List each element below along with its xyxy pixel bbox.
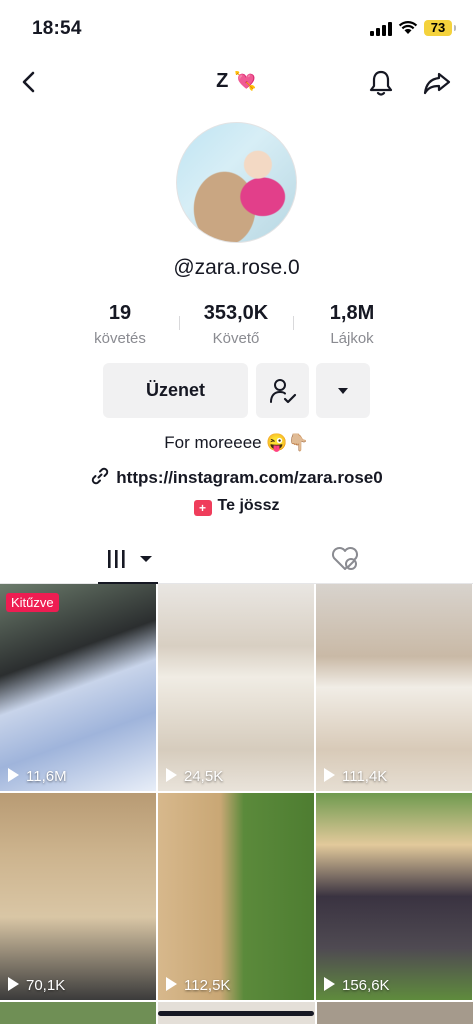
page-title: Z 💘	[0, 70, 473, 93]
video-thumbnail[interactable]: 70,1K	[0, 793, 156, 1000]
bio-text: For moreeee 😜👇🏼	[164, 433, 309, 452]
stat-label: követés	[94, 330, 146, 347]
liked-hidden-icon[interactable]	[330, 546, 360, 572]
stat-following[interactable]: 19 követés	[80, 302, 160, 347]
video-thumbnail[interactable]: 156,6K	[316, 793, 472, 1000]
link-text: https://instagram.com/zara.rose0	[116, 468, 383, 487]
play-icon	[324, 768, 335, 782]
content-tabs	[0, 534, 473, 584]
play-icon	[8, 768, 19, 782]
view-count-value: 11,6M	[26, 768, 67, 785]
cellular-signal-icon	[370, 22, 392, 36]
username: @zara.rose.0	[173, 256, 300, 279]
user-check-icon	[269, 378, 296, 403]
status-time: 18:54	[32, 18, 82, 39]
share-icon[interactable]	[422, 68, 452, 98]
view-count: 156,6K	[324, 977, 390, 994]
view-count: 112,5K	[166, 977, 230, 994]
view-count-value: 112,5K	[184, 977, 231, 994]
tab-videos[interactable]	[98, 534, 158, 584]
divider	[293, 316, 294, 330]
wifi-icon	[398, 20, 418, 34]
ticket-label: Te jössz	[217, 497, 280, 514]
ticket-icon: +	[193, 500, 212, 516]
video-thumbnail[interactable]: 24,5K	[158, 584, 314, 791]
play-icon	[166, 768, 177, 782]
message-button[interactable]: Üzenet	[103, 363, 248, 418]
avatar[interactable]	[176, 122, 297, 243]
status-bar: 18:54 73	[0, 0, 473, 56]
heart-emoji: 💘	[234, 71, 257, 91]
stat-value: 353,0K	[203, 302, 269, 324]
play-icon	[166, 977, 177, 991]
play-icon	[324, 977, 335, 991]
grid-icon	[108, 550, 152, 568]
view-count-value: 70,1K	[26, 977, 66, 994]
stat-value: 1,8M	[329, 302, 375, 324]
profile-link[interactable]: https://instagram.com/zara.rose0	[0, 466, 473, 488]
profile-stats: 19 követés 353,0K Követő 1,8M Lájkok	[0, 302, 473, 352]
pinned-badge: Kitűzve	[6, 593, 59, 612]
stat-value: 19	[108, 302, 132, 324]
title-text: Z	[216, 70, 229, 92]
video-thumbnail[interactable]: Kitűzve 11,6M	[0, 584, 156, 791]
divider	[179, 316, 180, 330]
view-count-value: 111,4K	[342, 768, 388, 785]
stat-label: Követő	[212, 330, 260, 347]
view-count-value: 156,6K	[342, 977, 390, 994]
view-count: 24,5K	[166, 768, 223, 785]
home-indicator	[158, 1011, 314, 1016]
link-icon	[92, 467, 109, 485]
stat-followers[interactable]: 353,0K Követő	[186, 302, 286, 347]
video-thumbnail[interactable]: 111,4K	[316, 584, 472, 791]
bell-icon[interactable]	[366, 68, 396, 98]
video-grid: Kitűzve 11,6M 24,5K 111,4K 70,1K 112,5K …	[0, 584, 473, 1024]
suggested-accounts-button[interactable]	[316, 363, 370, 418]
view-count: 70,1K	[8, 977, 65, 994]
view-count: 11,6M	[8, 768, 67, 785]
stat-label: Lájkok	[330, 330, 374, 347]
battery-icon: 73	[424, 20, 456, 36]
video-thumbnail[interactable]: 112,5K	[158, 793, 314, 1000]
following-button[interactable]	[256, 363, 309, 418]
caret-down-icon	[338, 387, 348, 394]
play-icon	[8, 977, 19, 991]
stat-likes[interactable]: 1,8M Lájkok	[312, 302, 392, 347]
view-count: 111,4K	[324, 768, 387, 785]
ticket-link[interactable]: + Te jössz	[0, 497, 473, 516]
profile-header: Z 💘	[0, 56, 473, 110]
view-count-value: 24,5K	[184, 768, 224, 785]
